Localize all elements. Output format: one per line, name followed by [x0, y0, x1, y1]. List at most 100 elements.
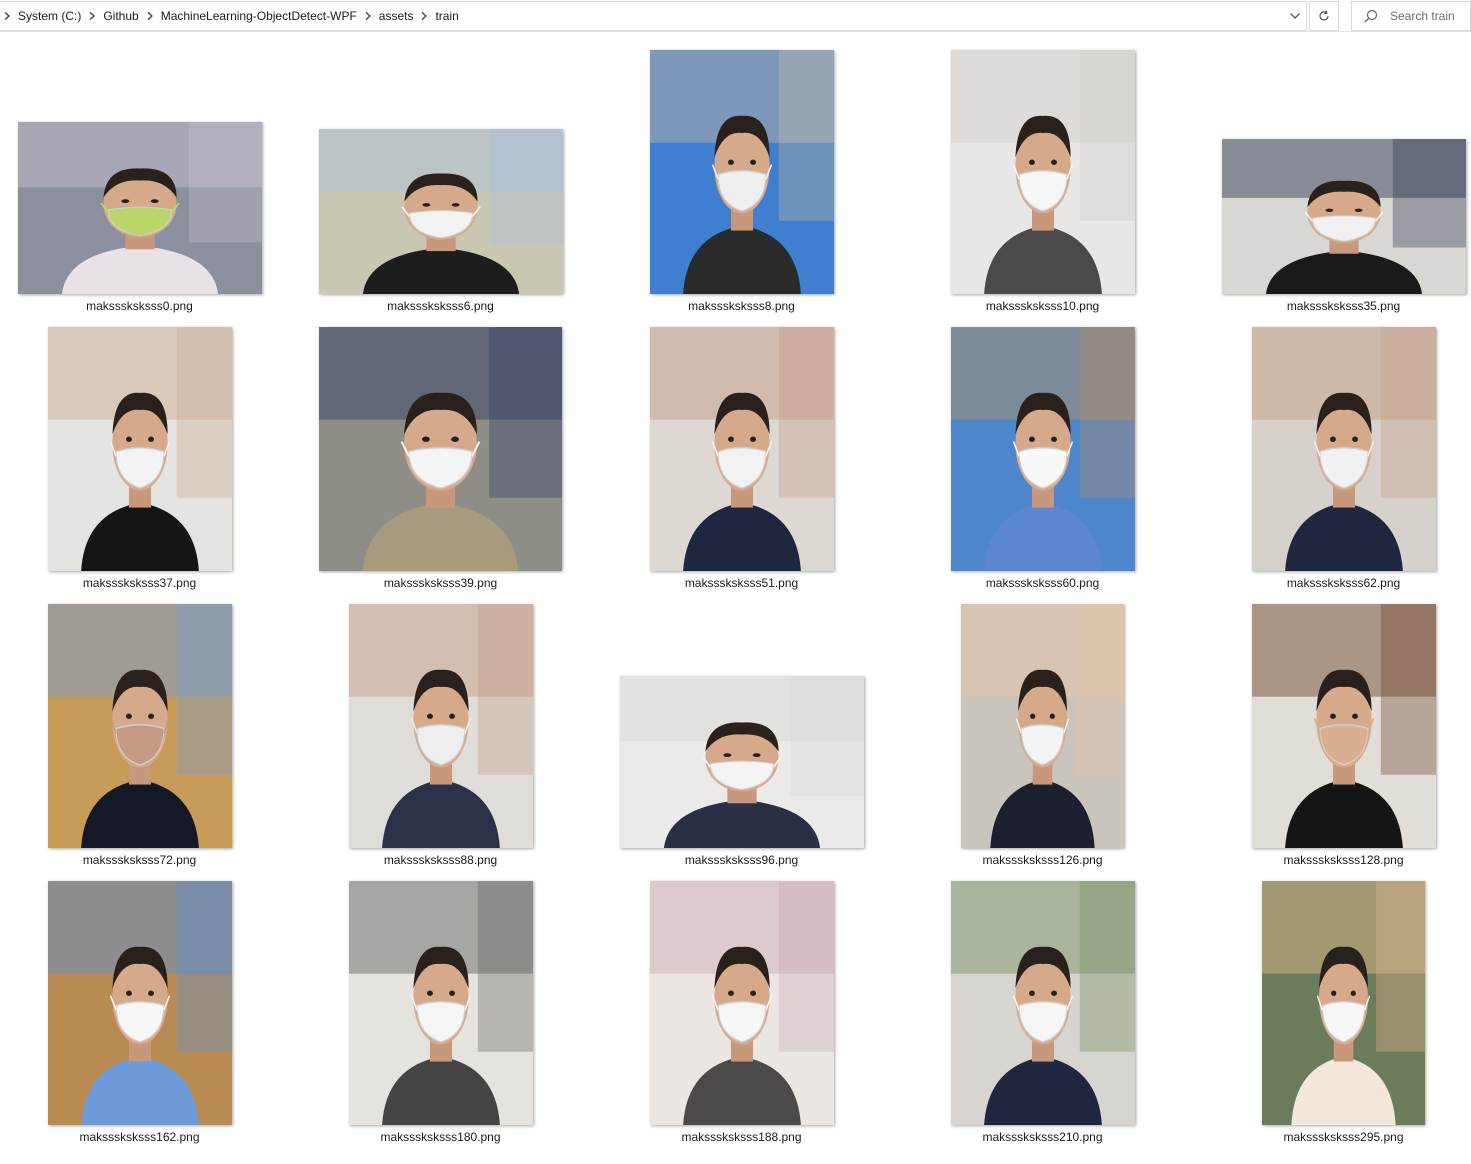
file-item[interactable]: maksssksksss295.png: [1193, 863, 1471, 1144]
image-thumbnail[interactable]: [1262, 881, 1425, 1125]
address-bar[interactable]: System (C:) Github MachineLearning-Objec…: [0, 1, 1307, 31]
image-thumbnail[interactable]: [1221, 139, 1466, 294]
thumbnail-frame: [0, 309, 290, 571]
image-thumbnail[interactable]: [1251, 327, 1436, 571]
image-thumbnail[interactable]: [47, 881, 232, 1125]
thumbnail-frame: [290, 309, 591, 571]
photo-preview: [348, 604, 533, 848]
breadcrumb-item-drive[interactable]: System (C:): [14, 9, 85, 23]
photo-preview: [649, 881, 834, 1125]
thumbnail-frame: [591, 863, 892, 1125]
file-item[interactable]: maksssksksss37.png: [0, 309, 290, 590]
file-item[interactable]: maksssksksss0.png: [0, 32, 290, 313]
thumbnail-frame: [290, 586, 591, 848]
photo-preview: [17, 122, 262, 294]
breadcrumb: System (C:) Github MachineLearning-Objec…: [0, 2, 1282, 30]
file-name-label[interactable]: maksssksksss188.png: [591, 1130, 892, 1144]
thumbnail-frame: [290, 32, 591, 294]
photo-preview: [961, 604, 1124, 848]
photo-preview: [348, 881, 533, 1125]
file-name-label[interactable]: maksssksksss295.png: [1193, 1130, 1471, 1144]
file-item[interactable]: maksssksksss39.png: [290, 309, 591, 590]
chevron-right-icon[interactable]: [143, 2, 157, 30]
image-thumbnail[interactable]: [950, 327, 1135, 571]
file-item[interactable]: maksssksksss210.png: [892, 863, 1193, 1144]
file-item[interactable]: maksssksksss8.png: [591, 32, 892, 313]
thumbnail-frame: [0, 586, 290, 848]
photo-preview: [619, 676, 864, 848]
chevron-right-icon[interactable]: [361, 2, 375, 30]
photo-preview: [319, 327, 562, 571]
photo-preview: [47, 881, 232, 1125]
search-icon: [1364, 9, 1378, 23]
image-thumbnail[interactable]: [649, 881, 834, 1125]
file-item[interactable]: maksssksksss60.png: [892, 309, 1193, 590]
photo-preview: [1251, 604, 1436, 848]
photo-preview: [649, 50, 834, 294]
image-thumbnail[interactable]: [950, 881, 1135, 1125]
photo-preview: [47, 604, 232, 848]
image-thumbnail[interactable]: [318, 129, 563, 294]
thumbnail-frame: [892, 309, 1193, 571]
file-item[interactable]: maksssksksss72.png: [0, 586, 290, 867]
file-item[interactable]: maksssksksss6.png: [290, 32, 591, 313]
file-name-label[interactable]: maksssksksss162.png: [0, 1130, 290, 1144]
breadcrumb-item-project[interactable]: MachineLearning-ObjectDetect-WPF: [157, 9, 361, 23]
breadcrumb-item-assets[interactable]: assets: [375, 9, 418, 23]
file-item[interactable]: maksssksksss188.png: [591, 863, 892, 1144]
thumbnail-frame: [0, 863, 290, 1125]
thumbnail-frame: [1193, 586, 1471, 848]
image-thumbnail[interactable]: [17, 122, 262, 294]
photo-preview: [950, 327, 1135, 571]
refresh-icon[interactable]: [1309, 1, 1339, 31]
chevron-down-icon[interactable]: [1282, 2, 1306, 30]
image-thumbnail[interactable]: [348, 881, 533, 1125]
file-item[interactable]: maksssksksss162.png: [0, 863, 290, 1144]
photo-preview: [47, 327, 232, 571]
photo-preview: [1251, 327, 1436, 571]
file-item[interactable]: maksssksksss51.png: [591, 309, 892, 590]
image-thumbnail[interactable]: [619, 676, 864, 848]
thumbnail-frame: [892, 586, 1193, 848]
file-item[interactable]: maksssksksss62.png: [1193, 309, 1471, 590]
photo-preview: [1221, 139, 1466, 294]
file-item[interactable]: maksssksksss180.png: [290, 863, 591, 1144]
photo-preview: [649, 327, 834, 571]
image-thumbnail[interactable]: [47, 604, 232, 848]
search-box[interactable]: Search train: [1351, 1, 1471, 31]
thumbnail-frame: [1193, 863, 1471, 1125]
chevron-right-icon[interactable]: [85, 2, 99, 30]
image-thumbnail[interactable]: [319, 327, 562, 571]
breadcrumb-item-github[interactable]: Github: [99, 9, 142, 23]
search-input[interactable]: Search train: [1390, 9, 1455, 23]
image-thumbnail[interactable]: [950, 50, 1135, 294]
file-item[interactable]: maksssksksss126.png: [892, 586, 1193, 867]
thumbnail-frame: [0, 32, 290, 294]
thumbnail-frame: [591, 586, 892, 848]
chevron-right-icon[interactable]: [0, 2, 14, 30]
thumbnail-frame: [1193, 32, 1471, 294]
image-thumbnail[interactable]: [1251, 604, 1436, 848]
image-thumbnail[interactable]: [649, 50, 834, 294]
thumbnail-frame: [591, 309, 892, 571]
file-name-label[interactable]: maksssksksss180.png: [290, 1130, 591, 1144]
file-item[interactable]: maksssksksss96.png: [591, 586, 892, 867]
file-name-label[interactable]: maksssksksss210.png: [892, 1130, 1193, 1144]
thumbnail-frame: [892, 32, 1193, 294]
thumbnail-frame: [591, 32, 892, 294]
image-thumbnail[interactable]: [348, 604, 533, 848]
thumbnail-frame: [1193, 309, 1471, 571]
file-item[interactable]: maksssksksss35.png: [1193, 32, 1471, 313]
photo-preview: [950, 50, 1135, 294]
image-thumbnail[interactable]: [649, 327, 834, 571]
chevron-right-icon[interactable]: [417, 2, 431, 30]
photo-preview: [1262, 881, 1425, 1125]
file-item[interactable]: maksssksksss88.png: [290, 586, 591, 867]
photo-preview: [318, 129, 563, 294]
explorer-toolbar: System (C:) Github MachineLearning-Objec…: [0, 0, 1471, 32]
file-item[interactable]: maksssksksss10.png: [892, 32, 1193, 313]
image-thumbnail[interactable]: [961, 604, 1124, 848]
breadcrumb-item-train[interactable]: train: [431, 9, 462, 23]
image-thumbnail[interactable]: [47, 327, 232, 571]
file-item[interactable]: maksssksksss128.png: [1193, 586, 1471, 867]
